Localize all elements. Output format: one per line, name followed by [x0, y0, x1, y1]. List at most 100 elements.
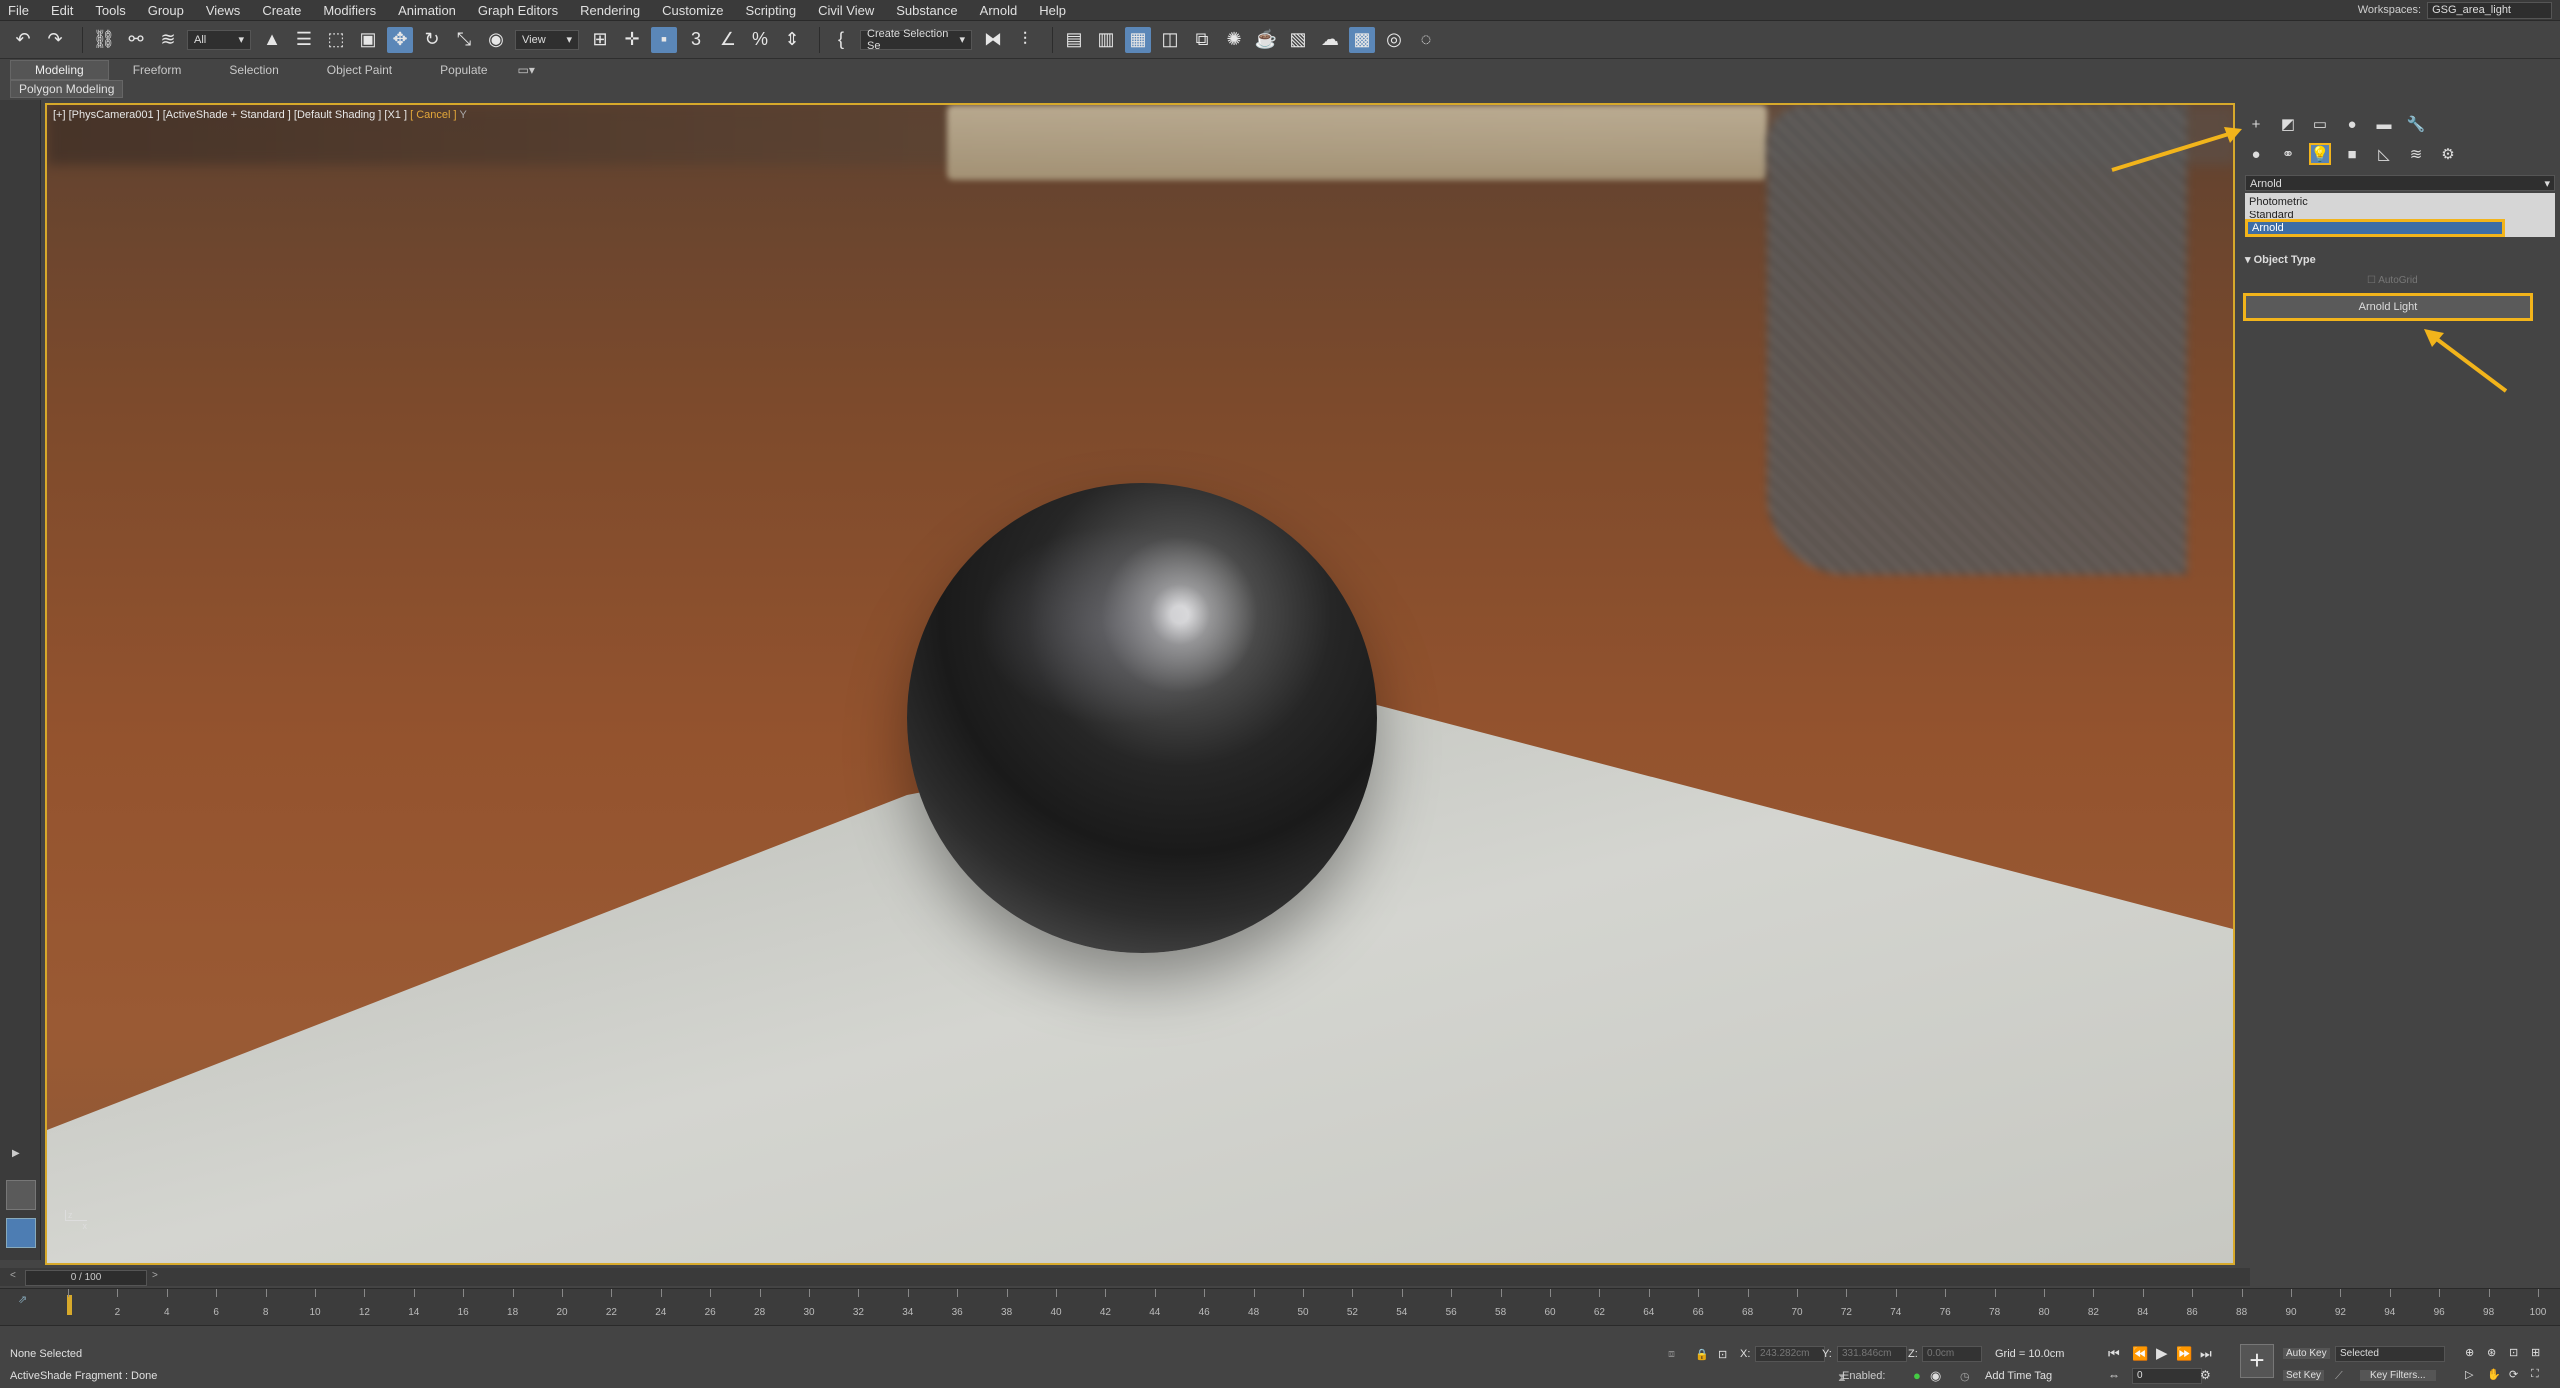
- time-config-icon[interactable]: ⚙: [2200, 1368, 2211, 1382]
- play-icon[interactable]: ▶: [2156, 1344, 2168, 1362]
- ribbon-options-icon[interactable]: ▭▾: [512, 61, 541, 79]
- spinner-snap-icon[interactable]: ⇕: [779, 27, 805, 53]
- material-editor-icon[interactable]: ✺: [1221, 27, 1247, 53]
- a360-render-icon[interactable]: ◎: [1381, 27, 1407, 53]
- snaps-toggle-icon[interactable]: 3: [683, 27, 709, 53]
- time-tag-icon[interactable]: ◷: [1960, 1370, 1970, 1383]
- menu-group[interactable]: Group: [148, 3, 184, 18]
- menu-tools[interactable]: Tools: [95, 3, 125, 18]
- window-crossing-icon[interactable]: ▣: [355, 27, 381, 53]
- redo-icon[interactable]: ↷: [42, 27, 68, 53]
- link-icon[interactable]: ⛓: [91, 27, 117, 53]
- menu-substance[interactable]: Substance: [896, 3, 957, 18]
- menu-help[interactable]: Help: [1039, 3, 1066, 18]
- ribbon-polygon-modeling[interactable]: Polygon Modeling: [10, 80, 124, 98]
- track-bar[interactable]: ⇗ 2 4 6 8 10 12 14 16 18 20 22 24 26 28 30 32 34 36 38 40 42…: [0, 1288, 2560, 1325]
- select-by-name-icon[interactable]: ☰: [291, 27, 317, 53]
- ribbon-tab-selection[interactable]: Selection: [205, 61, 302, 79]
- edit-named-selection-icon[interactable]: {: [828, 27, 854, 53]
- set-key-button[interactable]: Set Key: [2283, 1370, 2325, 1381]
- arnold-light-button[interactable]: Arnold Light: [2243, 293, 2533, 321]
- menu-rendering[interactable]: Rendering: [580, 3, 640, 18]
- viewport-label[interactable]: [+] [PhysCamera001 ] [ActiveShade + Stan…: [53, 109, 467, 121]
- select-object-icon[interactable]: ▲: [259, 27, 285, 53]
- autogrid-checkbox[interactable]: ☐ AutoGrid: [2367, 275, 2418, 286]
- toggle-ribbon-icon[interactable]: ▦: [1125, 26, 1151, 53]
- menu-views[interactable]: Views: [206, 3, 240, 18]
- layer-explorer-icon[interactable]: ▥: [1093, 27, 1119, 53]
- mirror-icon[interactable]: ⧓: [980, 27, 1006, 53]
- auto-key-button[interactable]: Auto Key: [2283, 1348, 2330, 1359]
- key-mode-icon[interactable]: ⇔: [2108, 1368, 2120, 1382]
- rectangular-selection-icon[interactable]: ⬚: [323, 27, 349, 53]
- layout-tab-single[interactable]: [6, 1180, 36, 1210]
- percent-snap-icon[interactable]: %: [747, 27, 773, 53]
- menu-scripting[interactable]: Scripting: [746, 3, 797, 18]
- selection-filter-dropdown[interactable]: All ▾: [187, 29, 251, 50]
- go-to-end-icon[interactable]: ⏭: [2200, 1346, 2212, 1362]
- scene-explorer-icon[interactable]: ▤: [1061, 27, 1087, 53]
- utilities-panel-icon[interactable]: 🔧: [2405, 113, 2427, 135]
- y-coordinate-field[interactable]: 331.846cm: [1837, 1346, 1907, 1362]
- curve-editor-icon[interactable]: ◫: [1157, 27, 1183, 53]
- shapes-icon[interactable]: ⚭: [2277, 143, 2299, 165]
- display-panel-icon[interactable]: ▬: [2373, 113, 2395, 135]
- layout-tab-active[interactable]: [6, 1218, 36, 1248]
- workspace-dropdown[interactable]: GSG_area_light: [2427, 1, 2552, 19]
- pan-icon[interactable]: ✋: [2487, 1368, 2501, 1381]
- camera-viewport[interactable]: [+] [PhysCamera001 ] [ActiveShade + Stan…: [45, 103, 2235, 1265]
- maximize-viewport-icon[interactable]: ⛶: [2531, 1368, 2539, 1381]
- light-type-dropdown[interactable]: Arnold ▾: [2245, 175, 2555, 191]
- menu-arnold[interactable]: Arnold: [980, 3, 1018, 18]
- menu-file[interactable]: File: [8, 3, 29, 18]
- track-bar-toggle-icon[interactable]: ⇗: [18, 1293, 27, 1306]
- time-slider[interactable]: < 0 / 100 >: [0, 1268, 2250, 1286]
- ribbon-tab-populate[interactable]: Populate: [416, 61, 511, 79]
- motion-panel-icon[interactable]: ●: [2341, 113, 2363, 135]
- list-item-photometric[interactable]: Photometric: [2245, 193, 2555, 211]
- render-cloud-icon[interactable]: ◌: [1413, 27, 1439, 53]
- render-setup-icon[interactable]: ☕: [1253, 27, 1279, 53]
- unlink-icon[interactable]: ⚯: [123, 27, 149, 53]
- menu-edit[interactable]: Edit: [51, 3, 73, 18]
- hierarchy-panel-icon[interactable]: ▭: [2309, 113, 2331, 135]
- orbit-icon[interactable]: ⟳: [2509, 1368, 2518, 1381]
- select-manipulate-icon[interactable]: ✛: [619, 27, 645, 53]
- viewport-label-main[interactable]: [+] [PhysCamera001 ] [ActiveShade + Stan…: [53, 109, 407, 121]
- key-selection-dropdown[interactable]: Selected: [2335, 1346, 2445, 1362]
- viewport-cancel[interactable]: [ Cancel ]: [410, 109, 456, 121]
- helpers-icon[interactable]: ◺: [2373, 143, 2395, 165]
- current-frame-marker[interactable]: [67, 1295, 72, 1315]
- previous-frame-icon[interactable]: ⏪: [2132, 1346, 2148, 1362]
- current-frame-field[interactable]: 0: [2132, 1368, 2202, 1384]
- menu-animation[interactable]: Animation: [398, 3, 456, 18]
- active-shade-icon[interactable]: ▩: [1349, 26, 1375, 53]
- select-and-place-icon[interactable]: ◉: [483, 27, 509, 53]
- expand-arrow-icon[interactable]: ▶: [12, 1148, 20, 1159]
- lock-selection-icon[interactable]: 🔒: [1695, 1348, 1709, 1361]
- render-production-icon[interactable]: ☁: [1317, 27, 1343, 53]
- list-item-standard[interactable]: Standard: [2245, 211, 2555, 219]
- zoom-extents-icon[interactable]: ⊡: [2509, 1346, 2518, 1359]
- rendered-frame-window-icon[interactable]: ▧: [1285, 27, 1311, 53]
- zoom-all-icon[interactable]: ⊛: [2487, 1346, 2496, 1359]
- add-time-tag[interactable]: Add Time Tag: [1985, 1370, 2052, 1382]
- modify-panel-icon[interactable]: ◩: [2277, 113, 2299, 135]
- zoom-icon[interactable]: ⊕: [2465, 1346, 2474, 1359]
- select-and-move-icon[interactable]: ✥: [387, 26, 413, 53]
- slider-prev-icon[interactable]: <: [10, 1270, 16, 1281]
- z-coordinate-field[interactable]: 0.0cm: [1922, 1346, 1982, 1362]
- default-tangent-icon[interactable]: ⟋: [2335, 1370, 2343, 1383]
- menu-civil-view[interactable]: Civil View: [818, 3, 874, 18]
- angle-snap-icon[interactable]: ∠: [715, 27, 741, 53]
- ribbon-tab-freeform[interactable]: Freeform: [109, 61, 206, 79]
- list-item-arnold[interactable]: Arnold: [2245, 219, 2505, 237]
- menu-customize[interactable]: Customize: [662, 3, 723, 18]
- cameras-icon[interactable]: ■: [2341, 143, 2363, 165]
- isolate-icon[interactable]: ⧈: [1668, 1348, 1675, 1361]
- menu-modifiers[interactable]: Modifiers: [323, 3, 376, 18]
- systems-icon[interactable]: ⚙: [2437, 143, 2459, 165]
- enabled-toggle-icon[interactable]: ◉: [1930, 1368, 1941, 1384]
- set-keys-icon[interactable]: +: [2240, 1344, 2274, 1378]
- select-and-rotate-icon[interactable]: ↻: [419, 27, 445, 53]
